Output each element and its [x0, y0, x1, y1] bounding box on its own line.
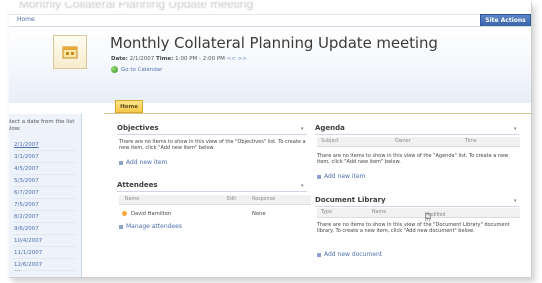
page-title: Monthly Collateral Planning Update meeti… [110, 34, 438, 52]
document-library-title[interactable]: Document Library [315, 196, 519, 207]
top-divider [9, 14, 531, 15]
objectives-add-label: Add new item [126, 159, 168, 166]
date-item[interactable]: 8/2/2007 [14, 211, 76, 223]
column-edit[interactable]: Edit [227, 197, 236, 202]
date-item[interactable]: 4/5/2007 [14, 163, 76, 175]
date-item[interactable]: 10/4/2007 [14, 235, 76, 247]
add-new-document-label: Add new document [324, 251, 383, 258]
column-response[interactable]: Response [252, 197, 275, 202]
sidebar-more-indicator[interactable]: … [14, 265, 21, 273]
objectives-title[interactable]: Objectives [117, 124, 307, 135]
agenda-title[interactable]: Agenda [315, 124, 519, 135]
document-library-menu-arrow-icon[interactable]: ▾ [514, 198, 517, 204]
go-to-calendar-label: Go to Calendar [121, 66, 163, 73]
bullet-icon [317, 252, 321, 257]
tab-strip [104, 99, 531, 114]
column-doc-name[interactable]: Name [372, 210, 386, 215]
date-item[interactable]: 5/3/2007 [14, 175, 76, 187]
date-list: 2/1/2007 3/1/2007 4/5/2007 5/3/2007 6/7/… [14, 139, 76, 271]
column-time[interactable]: Time [465, 139, 477, 144]
breadcrumb[interactable]: Home [17, 16, 35, 23]
document-library-column-header: Type Name Modified By [317, 208, 520, 223]
globe-icon [111, 66, 118, 73]
column-subject[interactable]: Subject [321, 139, 339, 144]
objectives-empty-message: There are no items to show in this view … [119, 139, 306, 151]
date-item[interactable]: 6/7/2007 [14, 187, 76, 199]
column-owner[interactable]: Owner [395, 139, 411, 144]
column-modified-by-label: Modified By [425, 212, 446, 223]
bullet-icon [317, 174, 321, 179]
date-item[interactable]: 12/6/2007 [14, 259, 76, 271]
agenda-menu-arrow-icon[interactable]: ▾ [514, 126, 517, 132]
document-library-empty-message: There are no items to show in this view … [317, 222, 510, 234]
agenda-empty-message: There are no items to show in this view … [317, 153, 509, 165]
attendees-menu-arrow-icon[interactable]: ▾ [301, 183, 304, 189]
go-to-calendar-link[interactable]: Go to Calendar [111, 66, 162, 73]
attendee-name[interactable]: David Hamilton [131, 211, 171, 217]
agenda-add-new-item-link[interactable]: Add new item [317, 173, 365, 180]
date-sidebar: Select a date from the list below: 2/1/2… [9, 114, 82, 277]
time-label: Time: [156, 56, 174, 62]
bullet-icon [119, 224, 123, 229]
date-item[interactable]: 11/1/2007 [14, 247, 76, 259]
tab-home[interactable]: Home [115, 100, 143, 113]
date-label: Date: [111, 56, 128, 62]
objectives-menu-arrow-icon[interactable]: ▾ [301, 126, 304, 132]
add-new-document-link[interactable]: Add new document [317, 251, 382, 258]
page-frame: Monthly Collateral Planning Update meeti… [9, 2, 532, 278]
attendees-column-header: Name Edit Response [119, 195, 311, 205]
meeting-workspace-logo-icon [53, 35, 87, 69]
meeting-date-time: Date: 2/1/2007 Time: 1:00 PM - 2:00 PM <… [111, 56, 247, 62]
date-item[interactable]: 7/5/2007 [14, 199, 76, 211]
time-value: 1:00 PM - 2:00 PM [175, 56, 225, 62]
sidebar-intro: Select a date from the list below: [9, 119, 75, 132]
column-type[interactable]: Type [321, 210, 332, 215]
calendar-icon [62, 46, 78, 59]
bullet-icon [119, 160, 123, 165]
date-value: 2/1/2007 [129, 56, 155, 62]
table-row[interactable]: David Hamilton None [119, 209, 308, 218]
objectives-add-new-item-link[interactable]: Add new item [119, 159, 167, 166]
attendees-title[interactable]: Attendees [117, 181, 307, 192]
manage-attendees-label: Manage attendees [126, 223, 182, 230]
column-name[interactable]: Name [125, 197, 139, 202]
agenda-column-header: Subject Owner Time [317, 137, 520, 147]
prev-next-arrows[interactable]: << >> [227, 56, 247, 62]
attendee-response: None [252, 210, 266, 217]
agenda-add-label: Add new item [324, 173, 366, 180]
date-item-selected[interactable]: 2/1/2007 [14, 139, 76, 151]
window-title-faded: Monthly Collateral Planning Update meeti… [19, 2, 254, 11]
date-item[interactable]: 3/1/2007 [14, 151, 76, 163]
date-item[interactable]: 9/6/2007 [14, 223, 76, 235]
manage-attendees-link[interactable]: Manage attendees [119, 223, 182, 230]
presence-icon [122, 211, 127, 216]
